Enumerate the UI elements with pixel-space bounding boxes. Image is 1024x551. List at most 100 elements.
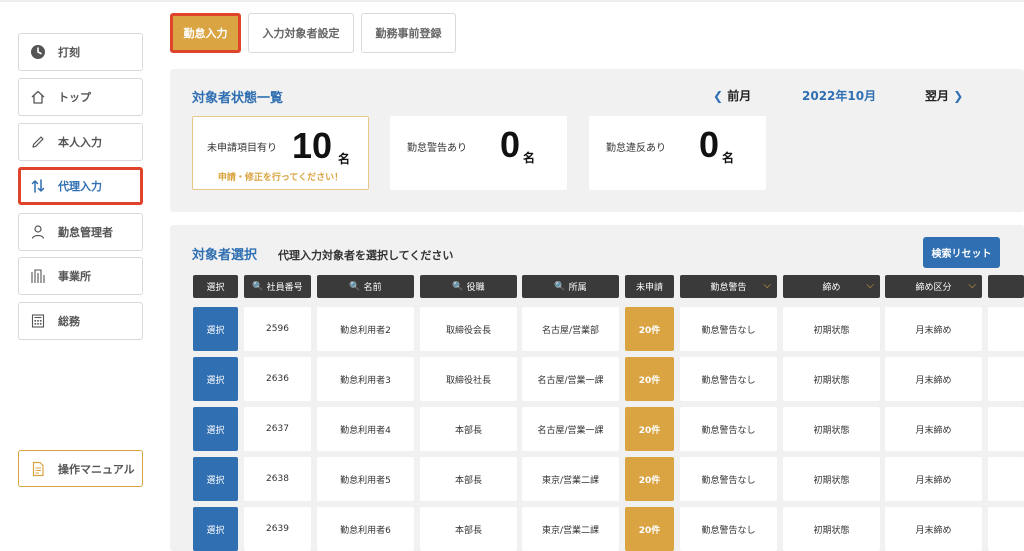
employee-id-cell: 2638: [244, 457, 311, 501]
closing-type-cell: 月末締め: [885, 357, 982, 401]
warning-cell: 勤怠警告なし: [680, 407, 777, 451]
status-title: 対象者状態一覧: [192, 91, 284, 106]
selection-panel: 対象者選択 代理入力対象者を選択してください 検索リセット 選択 🔍 社員番号 🔍…: [170, 225, 1024, 551]
column-header-pending: 未申請: [625, 275, 674, 298]
clock-icon: [29, 43, 47, 61]
closing-type-cell: 月末締め: [885, 407, 982, 451]
next-month-label: 翌月: [925, 89, 950, 103]
closing-cell: 初期状態: [783, 457, 880, 501]
employee-id-cell: 2639: [244, 507, 311, 551]
pending-count-badge: 20件: [625, 307, 674, 351]
department-cell: 名古屋/営業部: [522, 307, 619, 351]
closing-cell: 初期状態: [783, 507, 880, 551]
stat-unit: 名: [338, 152, 351, 166]
department-cell: 名古屋/営業一課: [522, 357, 619, 401]
closing-cell: 初期状態: [783, 357, 880, 401]
column-header-department[interactable]: 🔍 所属: [522, 275, 619, 298]
position-cell: 取締役社長: [420, 357, 517, 401]
column-header-employee-id[interactable]: 🔍 社員番号: [244, 275, 311, 298]
sidebar-item-top[interactable]: トップ: [18, 78, 143, 116]
sidebar-item-attendance-manager[interactable]: 勤怠管理者: [18, 213, 143, 251]
page: 打刻 トップ 本人入力 代理入力 勤怠管理者 事業所 総務 操作マニュアル 勤怠…: [0, 0, 1024, 551]
person-icon: [29, 223, 47, 241]
name-cell: 勤怠利用者4: [317, 407, 414, 451]
calculator-icon: [29, 312, 47, 330]
extra-cell: [988, 507, 1024, 551]
column-header-closing[interactable]: 締め ⌵: [783, 275, 880, 298]
department-cell: 名古屋/営業一課: [522, 407, 619, 451]
stat-card-violation[interactable]: 勤怠違反あり 0 名: [589, 116, 766, 190]
prev-month-button[interactable]: ❮ 前月: [713, 87, 751, 104]
closing-cell: 初期状態: [783, 307, 880, 351]
sidebar-item-label: 本人入力: [58, 136, 102, 149]
stat-unit: 名: [523, 151, 536, 165]
sidebar-item-label: 事業所: [58, 270, 91, 283]
column-header-select: 選択: [193, 275, 238, 298]
sidebar-item-self-input[interactable]: 本人入力: [18, 123, 143, 161]
stat-card-unsubmitted[interactable]: 未申請項目有り 10 名 申請・修正を行ってください！: [192, 116, 369, 190]
stat-value: 0: [699, 124, 720, 165]
position-cell: 本部長: [420, 507, 517, 551]
tab-label: 入力対象者設定: [262, 27, 340, 40]
column-header-warning[interactable]: 勤怠警告 ⌵: [680, 275, 777, 298]
closing-cell: 初期状態: [783, 407, 880, 451]
search-icon: 🔍: [452, 281, 464, 292]
warning-cell: 勤怠警告なし: [680, 357, 777, 401]
column-header-name[interactable]: 🔍 名前: [317, 275, 414, 298]
sidebar-item-label: 勤怠管理者: [58, 226, 113, 239]
home-icon: [29, 88, 47, 106]
status-panel: 対象者状態一覧 ❮ 前月 2022年10月 翌月 ❯ 未申請項目有り 10 名 …: [170, 69, 1024, 212]
current-month-label: 2022年10月: [802, 89, 877, 103]
next-month-button[interactable]: 翌月 ❯: [925, 87, 963, 104]
column-header-closing-type[interactable]: 締め区分 ⌵: [885, 275, 982, 298]
search-icon: 🔍: [554, 281, 566, 292]
swap-icon: [29, 177, 47, 195]
position-cell: 本部長: [420, 407, 517, 451]
extra-cell: [988, 307, 1024, 351]
sidebar-item-label: トップ: [58, 91, 91, 104]
select-button[interactable]: 選択: [193, 457, 238, 501]
department-cell: 東京/営業二課: [522, 457, 619, 501]
warning-cell: 勤怠警告なし: [680, 307, 777, 351]
name-cell: 勤怠利用者5: [317, 457, 414, 501]
select-button[interactable]: 選択: [193, 407, 238, 451]
prev-month-label: 前月: [727, 89, 752, 103]
chevron-down-icon: ⌵: [763, 280, 771, 291]
tab-label: 勤務事前登録: [375, 27, 442, 40]
name-cell: 勤怠利用者6: [317, 507, 414, 551]
employee-id-cell: 2636: [244, 357, 311, 401]
chevron-down-icon: ⌵: [968, 280, 976, 291]
select-button[interactable]: 選択: [193, 307, 238, 351]
search-reset-button[interactable]: 検索リセット: [923, 237, 1000, 268]
select-button[interactable]: 選択: [193, 357, 238, 401]
tab-attendance-input[interactable]: 勤怠入力: [170, 13, 241, 53]
manual-label: 操作マニュアル: [58, 462, 135, 476]
pencil-icon: [29, 133, 47, 151]
stat-card-warning[interactable]: 勤怠警告あり 0 名: [390, 116, 567, 190]
tab-target-settings[interactable]: 入力対象者設定: [248, 13, 354, 53]
sidebar-item-office[interactable]: 事業所: [18, 257, 143, 295]
stat-label: 未申請項目有り: [207, 143, 277, 154]
pending-count-badge: 20件: [625, 507, 674, 551]
pending-count-badge: 20件: [625, 457, 674, 501]
tab-label: 勤怠入力: [183, 27, 228, 40]
stat-value: 10: [292, 125, 333, 166]
closing-type-cell: 月末締め: [885, 457, 982, 501]
sidebar-item-general-affairs[interactable]: 総務: [18, 302, 143, 340]
select-button[interactable]: 選択: [193, 507, 238, 551]
column-header-position[interactable]: 🔍 役職: [420, 275, 517, 298]
sidebar-item-label: 打刻: [58, 46, 80, 59]
selection-caption: 代理入力対象者を選択してください: [278, 249, 454, 262]
stat-label: 勤怠違反あり: [606, 143, 666, 154]
sidebar-item-proxy-input[interactable]: 代理入力: [18, 167, 143, 205]
employee-id-cell: 2596: [244, 307, 311, 351]
tab-pre-registration[interactable]: 勤務事前登録: [361, 13, 456, 53]
manual-button[interactable]: 操作マニュアル: [18, 450, 143, 487]
closing-type-cell: 月末締め: [885, 307, 982, 351]
selection-title: 対象者選択: [192, 248, 258, 263]
chevron-left-icon: ❮: [713, 89, 724, 103]
extra-cell: [988, 407, 1024, 451]
top-divider: [0, 0, 1024, 2]
chevron-right-icon: ❯: [953, 89, 964, 103]
sidebar-item-punch[interactable]: 打刻: [18, 33, 143, 71]
